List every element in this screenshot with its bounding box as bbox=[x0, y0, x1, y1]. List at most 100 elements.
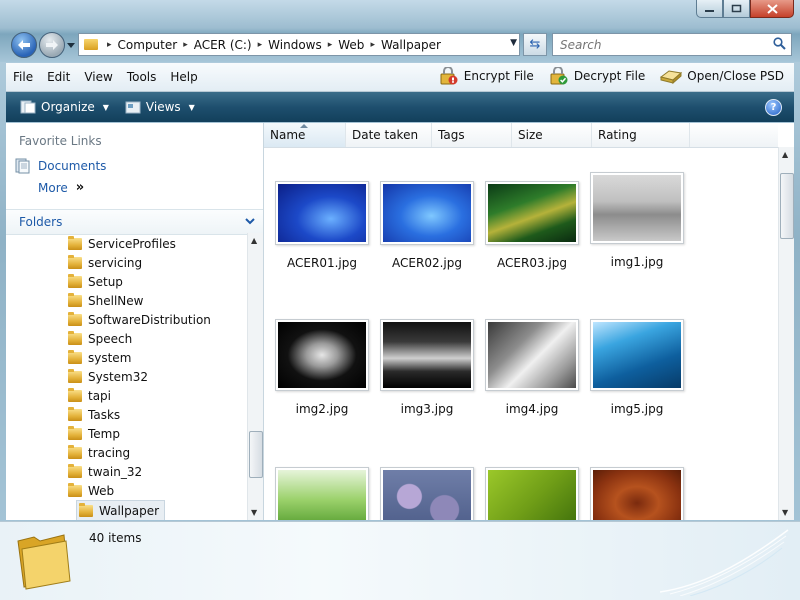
file-item[interactable]: ACER01.jpg bbox=[272, 181, 372, 270]
tree-item-label: Web bbox=[88, 483, 115, 498]
minimize-button[interactable] bbox=[696, 0, 723, 18]
scrollbar-thumb[interactable] bbox=[780, 173, 794, 239]
menu-file[interactable]: File bbox=[6, 70, 40, 84]
breadcrumb-item[interactable]: Windows bbox=[268, 38, 322, 52]
breadcrumb-item[interactable]: Wallpaper bbox=[381, 38, 441, 52]
thumbnail-frame bbox=[485, 467, 579, 520]
file-item[interactable]: ACER02.jpg bbox=[377, 181, 477, 270]
tree-item[interactable]: system bbox=[68, 348, 131, 367]
file-item[interactable] bbox=[587, 467, 687, 520]
thumbnail-frame bbox=[590, 467, 684, 520]
thumbnail-image bbox=[593, 470, 681, 520]
close-button[interactable] bbox=[750, 0, 794, 18]
tree-item[interactable]: Temp bbox=[68, 424, 120, 443]
scrollbar-thumb[interactable] bbox=[249, 431, 263, 478]
scroll-down-icon[interactable]: ▼ bbox=[251, 508, 257, 517]
tree-item-selected[interactable]: Wallpaper bbox=[76, 500, 166, 520]
column-tags[interactable]: Tags bbox=[432, 123, 512, 147]
menu-view[interactable]: View bbox=[77, 70, 119, 84]
file-item[interactable] bbox=[482, 467, 582, 520]
refresh-button[interactable]: ⇆ bbox=[523, 33, 547, 56]
chevron-down-icon bbox=[67, 42, 75, 48]
file-item[interactable]: img5.jpg bbox=[587, 319, 687, 416]
column-name[interactable]: Name bbox=[264, 123, 346, 147]
file-item[interactable]: img3.jpg bbox=[377, 319, 477, 416]
forward-button[interactable] bbox=[39, 32, 65, 58]
breadcrumb-item[interactable]: Web bbox=[338, 38, 364, 52]
file-item[interactable]: img4.jpg bbox=[482, 319, 582, 416]
back-button[interactable] bbox=[11, 32, 37, 58]
column-rating[interactable]: Rating bbox=[592, 123, 690, 147]
tree-item[interactable]: ShellNew bbox=[68, 291, 143, 310]
menu-help[interactable]: Help bbox=[163, 70, 204, 84]
address-bar[interactable]: ▸ Computer ▸ ACER (C:) ▸ Windows ▸ Web ▸… bbox=[78, 33, 520, 56]
file-item[interactable]: ACER03.jpg bbox=[482, 181, 582, 270]
scroll-up-icon[interactable]: ▲ bbox=[782, 150, 788, 159]
thumbnail-image bbox=[383, 184, 471, 242]
folder-tree-scrollbar[interactable]: ▲ ▼ bbox=[247, 233, 263, 520]
tree-item[interactable]: Speech bbox=[68, 329, 132, 348]
organize-button[interactable]: Organize ▼ bbox=[16, 98, 113, 116]
column-size[interactable]: Size bbox=[512, 123, 592, 147]
file-list-scrollbar[interactable]: ▲ ▼ bbox=[778, 147, 794, 520]
file-name: img2.jpg bbox=[295, 402, 349, 416]
file-item[interactable]: img1.jpg bbox=[587, 172, 687, 269]
views-button[interactable]: Views ▼ bbox=[121, 98, 199, 116]
folder-icon bbox=[68, 330, 82, 345]
help-button[interactable]: ? bbox=[765, 99, 782, 116]
organize-icon bbox=[20, 100, 36, 114]
breadcrumb-item[interactable]: ACER (C:) bbox=[194, 38, 252, 52]
file-item[interactable]: img2.jpg bbox=[272, 319, 372, 416]
menu-tools[interactable]: Tools bbox=[120, 70, 164, 84]
favorite-link-documents[interactable]: Documents bbox=[14, 158, 106, 174]
tree-item[interactable]: SoftwareDistribution bbox=[68, 310, 211, 329]
menu-edit[interactable]: Edit bbox=[40, 70, 77, 84]
tree-item-label: Temp bbox=[88, 426, 120, 441]
breadcrumb-chevron-icon[interactable]: ▸ bbox=[328, 40, 333, 50]
tree-item[interactable]: twain_32 bbox=[68, 462, 142, 481]
tree-item[interactable]: Setup bbox=[68, 272, 123, 291]
recent-pages-dropdown[interactable] bbox=[66, 40, 76, 50]
chevron-down-icon: ▼ bbox=[102, 102, 109, 112]
file-item[interactable] bbox=[272, 467, 372, 520]
encrypt-file-button[interactable]: Encrypt File bbox=[438, 67, 534, 85]
tree-item[interactable]: servicing bbox=[68, 253, 142, 272]
tree-item[interactable]: ServiceProfiles bbox=[68, 234, 176, 253]
tree-item-label: System32 bbox=[88, 369, 149, 384]
tree-item-label: ShellNew bbox=[88, 293, 144, 308]
tree-item[interactable]: tapi bbox=[68, 386, 111, 405]
menu-tool-buttons: Encrypt File Decrypt File Open/Close PSD bbox=[438, 67, 784, 85]
thumbnail-frame bbox=[485, 181, 579, 245]
thumbnail-frame bbox=[275, 467, 369, 520]
column-label: Tags bbox=[438, 128, 465, 142]
tree-item-label: Wallpaper bbox=[99, 503, 160, 518]
details-pane: 40 items bbox=[0, 521, 800, 600]
tree-item[interactable]: Tasks bbox=[68, 405, 120, 424]
tree-item[interactable]: System32 bbox=[68, 367, 148, 386]
scroll-down-icon[interactable]: ▼ bbox=[782, 508, 788, 517]
thumbnail-image bbox=[488, 322, 576, 388]
maximize-button[interactable] bbox=[723, 0, 750, 18]
folders-header[interactable]: Folders bbox=[6, 209, 263, 235]
tree-item[interactable]: tracing bbox=[68, 443, 130, 462]
search-input[interactable] bbox=[558, 37, 762, 53]
folder-icon bbox=[68, 292, 82, 307]
folder-icon bbox=[68, 235, 82, 250]
decrypt-file-button[interactable]: Decrypt File bbox=[548, 67, 645, 85]
address-dropdown-icon[interactable]: ▼ bbox=[510, 38, 517, 48]
search-icon[interactable] bbox=[773, 37, 786, 50]
column-date-taken[interactable]: Date taken bbox=[346, 123, 432, 147]
favorite-links-more[interactable]: More » bbox=[38, 180, 84, 195]
open-close-psd-button[interactable]: Open/Close PSD bbox=[659, 67, 784, 85]
breadcrumb-chevron-icon[interactable]: ▸ bbox=[107, 40, 112, 50]
tree-item[interactable]: Web bbox=[68, 481, 114, 500]
thumbnail-frame bbox=[275, 181, 369, 245]
breadcrumb-item[interactable]: Computer bbox=[118, 38, 178, 52]
search-box[interactable] bbox=[552, 33, 792, 56]
minimize-icon bbox=[705, 9, 714, 12]
breadcrumb-chevron-icon[interactable]: ▸ bbox=[258, 40, 263, 50]
breadcrumb-chevron-icon[interactable]: ▸ bbox=[370, 40, 375, 50]
breadcrumb-chevron-icon[interactable]: ▸ bbox=[183, 40, 188, 50]
file-item[interactable] bbox=[377, 467, 477, 520]
scroll-up-icon[interactable]: ▲ bbox=[251, 236, 257, 245]
